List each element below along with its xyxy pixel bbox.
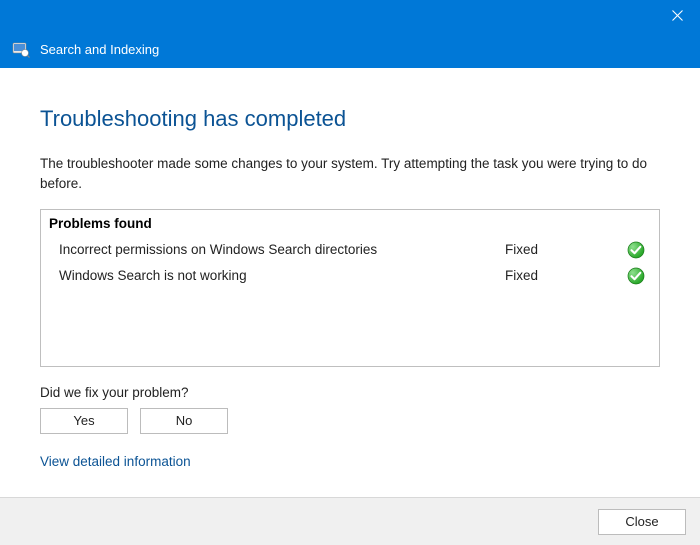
problem-status: Fixed (505, 268, 625, 283)
feedback-question: Did we fix your problem? (40, 385, 660, 400)
no-button[interactable]: No (140, 408, 228, 434)
troubleshooter-icon (12, 40, 30, 58)
problem-status: Fixed (505, 242, 625, 257)
close-icon (672, 10, 683, 21)
content-area: Troubleshooting has completed The troubl… (0, 68, 700, 471)
feedback-buttons: Yes No (40, 408, 660, 434)
view-detailed-information-link[interactable]: View detailed information (40, 454, 191, 469)
problems-found-box: Problems found Incorrect permissions on … (40, 209, 660, 367)
checkmark-icon (625, 267, 645, 285)
problem-name: Windows Search is not working (59, 268, 505, 283)
feedback-section: Did we fix your problem? Yes No (40, 385, 660, 434)
header-title: Search and Indexing (40, 42, 159, 57)
checkmark-icon (625, 241, 645, 259)
problem-row: Windows Search is not working Fixed (41, 263, 659, 289)
header-bar: Search and Indexing (0, 30, 700, 68)
footer-bar: Close (0, 497, 700, 545)
main-heading: Troubleshooting has completed (40, 106, 660, 132)
problem-name: Incorrect permissions on Windows Search … (59, 242, 505, 257)
problems-header: Problems found (41, 210, 659, 237)
description-text: The troubleshooter made some changes to … (40, 154, 660, 195)
title-bar (0, 0, 700, 30)
problem-row: Incorrect permissions on Windows Search … (41, 237, 659, 263)
window-close-button[interactable] (654, 0, 700, 30)
close-button[interactable]: Close (598, 509, 686, 535)
yes-button[interactable]: Yes (40, 408, 128, 434)
